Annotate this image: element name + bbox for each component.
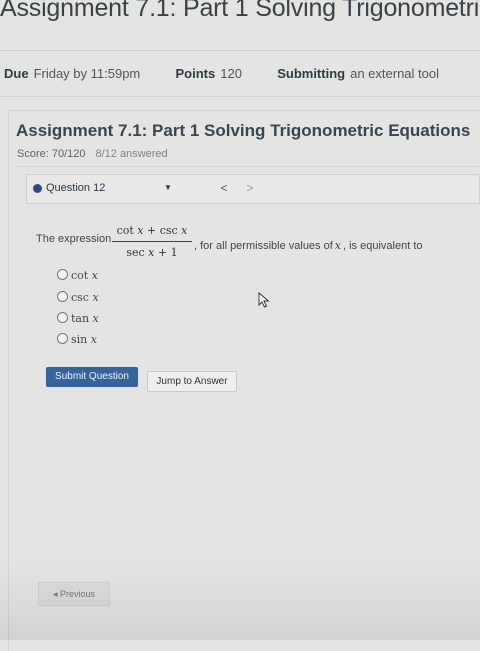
submitting-label: Submitting — [277, 66, 346, 81]
radio-button[interactable] — [57, 312, 68, 323]
fraction-numerator: cot 𝑥 + csc 𝑥 — [116, 224, 188, 237]
submit-question-button[interactable]: Submit Question — [46, 367, 138, 387]
expression-fraction: cot 𝑥 + csc 𝑥 sec 𝑥 + 1 — [112, 224, 192, 259]
fraction-denominator: sec 𝑥 + 1 — [126, 246, 178, 259]
score-line: Score: 70/120 8/12 answered — [17, 148, 168, 160]
choice-label: csc 𝑥 — [71, 291, 99, 304]
suffix-end: , is equivalent to — [343, 240, 423, 252]
submitting-value: an external tool — [350, 66, 439, 81]
jump-to-answer-button[interactable]: Jump to Answer — [147, 371, 237, 392]
previous-button[interactable]: ◂ Previous — [38, 582, 110, 606]
choice-label: cot 𝑥 — [71, 269, 98, 282]
details-divider — [0, 96, 480, 97]
quiz-title: Assignment 7.1: Part 1 Solving Trigonome… — [16, 121, 471, 140]
radio-button[interactable] — [57, 269, 68, 280]
quiz-divider — [16, 166, 480, 167]
score: Score: 70/120 — [17, 148, 86, 160]
choice-sin[interactable]: sin 𝑥 — [57, 333, 97, 346]
question-suffix: , for all permissible values of x, is equ… — [194, 239, 423, 252]
header-divider — [0, 50, 480, 51]
points-label: Points — [175, 66, 216, 81]
mouse-pointer-icon — [258, 292, 270, 308]
question-navigator: Question 12 ▼ < > — [26, 174, 480, 204]
choice-tan[interactable]: tan 𝑥 — [57, 312, 99, 325]
choice-label: tan 𝑥 — [71, 312, 99, 325]
choice-label: sin 𝑥 — [71, 333, 97, 346]
due-value: Friday by 11:59pm — [33, 66, 141, 81]
assignment-details: Due Friday by 11:59pm Points 120 Submittin… — [4, 66, 439, 81]
choice-csc[interactable]: csc 𝑥 — [57, 291, 99, 304]
radio-button[interactable] — [57, 291, 68, 302]
suffix-start: , for all permissible values of — [194, 240, 333, 252]
caret-down-icon[interactable]: ▼ — [164, 183, 172, 192]
chevron-right-icon[interactable]: > — [239, 178, 261, 199]
due-label: Due — [4, 66, 29, 81]
choice-cot[interactable]: cot 𝑥 — [57, 269, 98, 282]
suffix-variable: x — [334, 239, 341, 252]
chevron-left-icon[interactable]: < — [213, 178, 235, 199]
question-prefix: The expression — [36, 233, 112, 245]
answered-count: 8/12 answered — [95, 148, 168, 160]
question-status-dot-icon — [33, 184, 42, 193]
question-select[interactable]: Question 12 — [46, 182, 105, 194]
radio-button[interactable] — [57, 333, 68, 344]
page-title: Assignment 7.1: Part 1 Solving Trigonome… — [0, 0, 480, 22]
points-value: 120 — [220, 66, 242, 81]
